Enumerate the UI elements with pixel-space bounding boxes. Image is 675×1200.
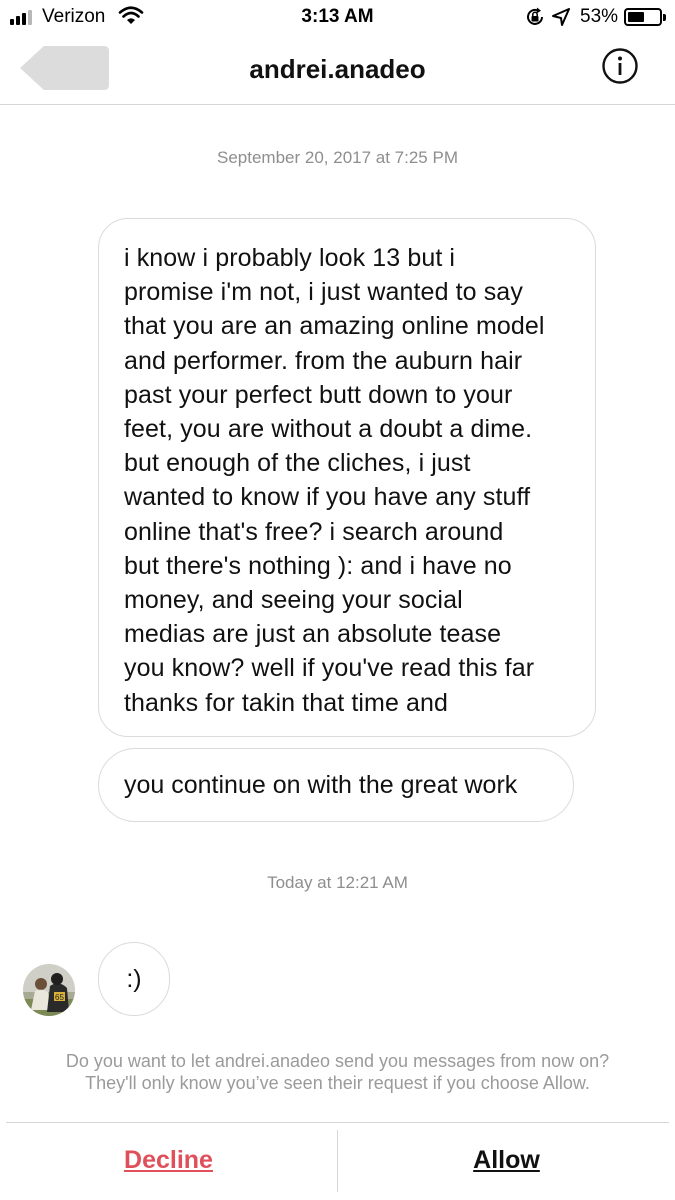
nav-bar: andrei.anadeo xyxy=(0,34,675,105)
message-bubble[interactable]: you continue on with the great work xyxy=(98,748,574,822)
message-line: money, and seeing your social xyxy=(124,586,463,615)
allow-button[interactable]: Allow xyxy=(338,1146,675,1175)
message-line: past your perfect butt down to your xyxy=(124,380,513,409)
status-bar: Verizon 3:13 AM 53% xyxy=(0,0,675,34)
message-line: feet, you are without a doubt a dime. xyxy=(124,415,533,444)
conversation-title: andrei.anadeo xyxy=(249,54,426,84)
divider xyxy=(6,1122,669,1123)
message-line: wanted to know if you have any stuff xyxy=(124,483,531,512)
decline-button[interactable]: Decline xyxy=(0,1146,337,1175)
battery-icon xyxy=(624,8,662,26)
message-line: and performer. from the auburn hair xyxy=(124,346,523,375)
battery-percent: 53% xyxy=(580,6,619,27)
request-prompt-line: Do you want to let andrei.anadeo send yo… xyxy=(65,1051,610,1071)
message-line: promise i'm not, i just wanted to say xyxy=(124,278,523,307)
message-line: that you are an amazing online model xyxy=(124,312,545,341)
sender-avatar[interactable]: 65 xyxy=(23,964,75,1016)
message-bubble[interactable]: :) xyxy=(98,942,170,1016)
message-bubble[interactable]: i know i probably look 13 but i promise … xyxy=(98,218,596,737)
message-line: i know i probably look 13 but i xyxy=(124,244,456,272)
message-line: thanks for takin that time and xyxy=(124,688,449,717)
dm-request-screen: Verizon 3:13 AM 53% andrei.anadeo Septem… xyxy=(0,0,675,1200)
message-line: but enough of the cliches, i just xyxy=(124,449,471,478)
svg-text:65: 65 xyxy=(55,993,64,1002)
message-line: medias are just an absolute tease xyxy=(124,620,502,649)
location-arrow-icon xyxy=(551,6,571,34)
message-timestamp: Today at 12:21 AM xyxy=(267,873,408,892)
status-time: 3:13 AM xyxy=(301,6,374,27)
info-button[interactable] xyxy=(602,48,638,84)
info-icon xyxy=(602,48,638,84)
request-prompt-line: They'll only know you’ve seen their requ… xyxy=(85,1073,590,1093)
message-timestamp: September 20, 2017 at 7:25 PM xyxy=(217,148,458,167)
rotation-lock-icon xyxy=(524,6,546,34)
battery-terminal xyxy=(663,14,666,21)
message-request-prompt: Do you want to let andrei.anadeo send yo… xyxy=(0,1050,675,1094)
message-line: but there's nothing ): and i have no xyxy=(124,551,512,580)
message-line: you know? well if you've read this far xyxy=(124,654,535,683)
message-line: online that's free? i search around xyxy=(124,517,504,546)
